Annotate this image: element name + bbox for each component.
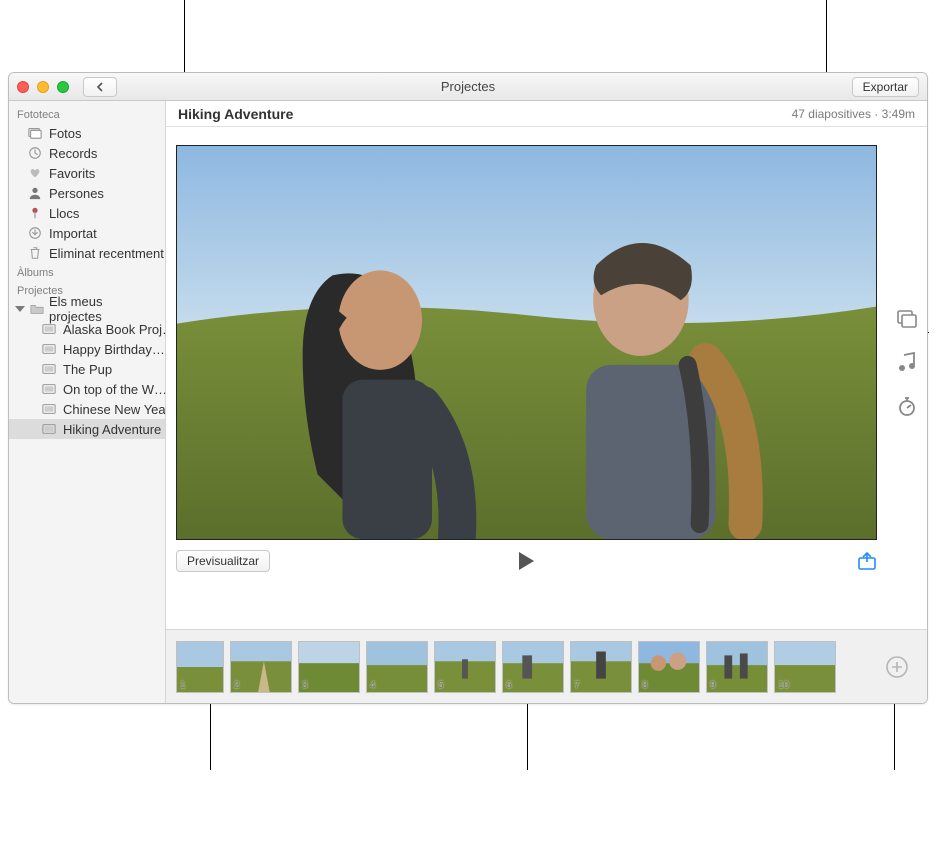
trash-icon	[27, 246, 43, 260]
window-title: Projectes	[9, 79, 927, 94]
sidebar-label: The Pup	[63, 362, 112, 377]
minimize-window-button[interactable]	[37, 81, 49, 93]
main-area: Hiking Adventure 47 diapositives · 3:49m	[166, 101, 927, 703]
sidebar-label: Fotos	[49, 126, 82, 141]
thumbnail[interactable]: 5	[434, 641, 496, 693]
sidebar-project-item[interactable]: The Pup	[9, 359, 165, 379]
slideshow-icon	[41, 322, 57, 336]
share-icon[interactable]	[857, 552, 877, 570]
callout-line	[826, 0, 827, 72]
thumbnail[interactable]: 10	[774, 641, 836, 693]
thumb-number: 8	[642, 680, 648, 691]
sidebar-project-item[interactable]: Happy Birthday…	[9, 339, 165, 359]
thumbnail[interactable]: 4	[366, 641, 428, 693]
sidebar-item-import[interactable]: Importat	[9, 223, 165, 243]
sidebar-label: Chinese New Year	[63, 402, 165, 417]
project-meta: 47 diapositives · 3:49m	[792, 107, 915, 121]
right-toolbar	[887, 127, 927, 629]
slideshow-icon	[41, 362, 57, 376]
stage-wrap: Previsualitzar	[166, 127, 927, 629]
clock-icon	[27, 146, 43, 160]
close-window-button[interactable]	[17, 81, 29, 93]
sidebar-project-item[interactable]: Hiking Adventure	[9, 419, 165, 439]
sidebar-item-favorites[interactable]: Favorits	[9, 163, 165, 183]
music-button[interactable]	[896, 351, 918, 373]
callout-line	[184, 0, 185, 72]
window-controls	[17, 81, 69, 93]
sidebar-item-people[interactable]: Persones	[9, 183, 165, 203]
export-button[interactable]: Exportar	[852, 77, 919, 97]
sidebar-section-library: Fototeca	[9, 105, 165, 123]
thumbnail[interactable]: 1	[176, 641, 224, 693]
project-header: Hiking Adventure 47 diapositives · 3:49m	[166, 101, 927, 127]
sidebar-item-places[interactable]: Llocs	[9, 203, 165, 223]
zoom-window-button[interactable]	[57, 81, 69, 93]
folder-icon	[29, 302, 45, 316]
thumbnail[interactable]: 7	[570, 641, 632, 693]
playback-controls: Previsualitzar	[176, 546, 877, 576]
thumbnail[interactable]: 6	[502, 641, 564, 693]
thumb-number: 7	[574, 680, 580, 691]
sidebar-label: Hiking Adventure	[63, 422, 161, 437]
sidebar-item-photos[interactable]: Fotos	[9, 123, 165, 143]
theme-button[interactable]	[896, 307, 918, 329]
preview-button[interactable]: Previsualitzar	[176, 550, 270, 572]
thumb-number: 9	[710, 680, 716, 691]
sidebar-label: Favorits	[49, 166, 95, 181]
slideshow-icon	[41, 402, 57, 416]
thumb-number: 1	[180, 680, 186, 691]
thumbnail[interactable]: 9	[706, 641, 768, 693]
photos-icon	[27, 126, 43, 140]
thumbnail[interactable]: 3	[298, 641, 360, 693]
slide-preview	[176, 145, 877, 540]
sidebar-label: Records	[49, 146, 97, 161]
thumb-number: 10	[778, 680, 789, 691]
app-window: Projectes Exportar Fototeca Fotos Record…	[8, 72, 928, 704]
slideshow-icon	[41, 422, 57, 436]
sidebar-item-trash[interactable]: Eliminat recentment	[9, 243, 165, 263]
thumb-number: 3	[302, 680, 308, 691]
sidebar-project-item[interactable]: Alaska Book Proj…	[9, 319, 165, 339]
slideshow-icon	[41, 382, 57, 396]
person-icon	[27, 186, 43, 200]
thumbnail-strip[interactable]: 1 2 3 4 5	[166, 629, 927, 703]
project-title: Hiking Adventure	[178, 106, 293, 122]
thumb-number: 4	[370, 680, 376, 691]
sidebar-label: Alaska Book Proj…	[63, 322, 165, 337]
play-button[interactable]	[519, 552, 534, 570]
duration-button[interactable]	[896, 395, 918, 417]
sidebar-label: On top of the W…	[63, 382, 165, 397]
titlebar: Projectes Exportar	[9, 73, 927, 101]
stage: Previsualitzar	[166, 127, 887, 629]
sidebar-label: Persones	[49, 186, 104, 201]
heart-icon	[27, 166, 43, 180]
thumb-number: 6	[506, 680, 512, 691]
disclosure-triangle-icon	[15, 306, 25, 312]
sidebar: Fototeca Fotos Records Favorits Persones…	[9, 101, 166, 703]
thumbnail[interactable]: 8	[638, 641, 700, 693]
sidebar-label: Importat	[49, 226, 97, 241]
sidebar-project-item[interactable]: On top of the W…	[9, 379, 165, 399]
sidebar-label: Llocs	[49, 206, 79, 221]
back-button[interactable]	[83, 77, 117, 97]
chevron-left-icon	[95, 82, 105, 92]
window-body: Fototeca Fotos Records Favorits Persones…	[9, 101, 927, 703]
sidebar-label: Happy Birthday…	[63, 342, 165, 357]
thumbnail[interactable]: 2	[230, 641, 292, 693]
import-icon	[27, 226, 43, 240]
sidebar-folder-projects[interactable]: Els meus projectes	[9, 299, 165, 319]
thumb-number: 2	[234, 680, 240, 691]
thumb-number: 5	[438, 680, 444, 691]
sidebar-label: Eliminat recentment	[49, 246, 164, 261]
sidebar-section-albums: Àlbums	[9, 263, 165, 281]
pin-icon	[27, 206, 43, 220]
sidebar-item-memories[interactable]: Records	[9, 143, 165, 163]
slideshow-icon	[41, 342, 57, 356]
sidebar-label: Els meus projectes	[49, 294, 157, 324]
sidebar-project-item[interactable]: Chinese New Year	[9, 399, 165, 419]
add-slide-button[interactable]	[877, 641, 917, 693]
